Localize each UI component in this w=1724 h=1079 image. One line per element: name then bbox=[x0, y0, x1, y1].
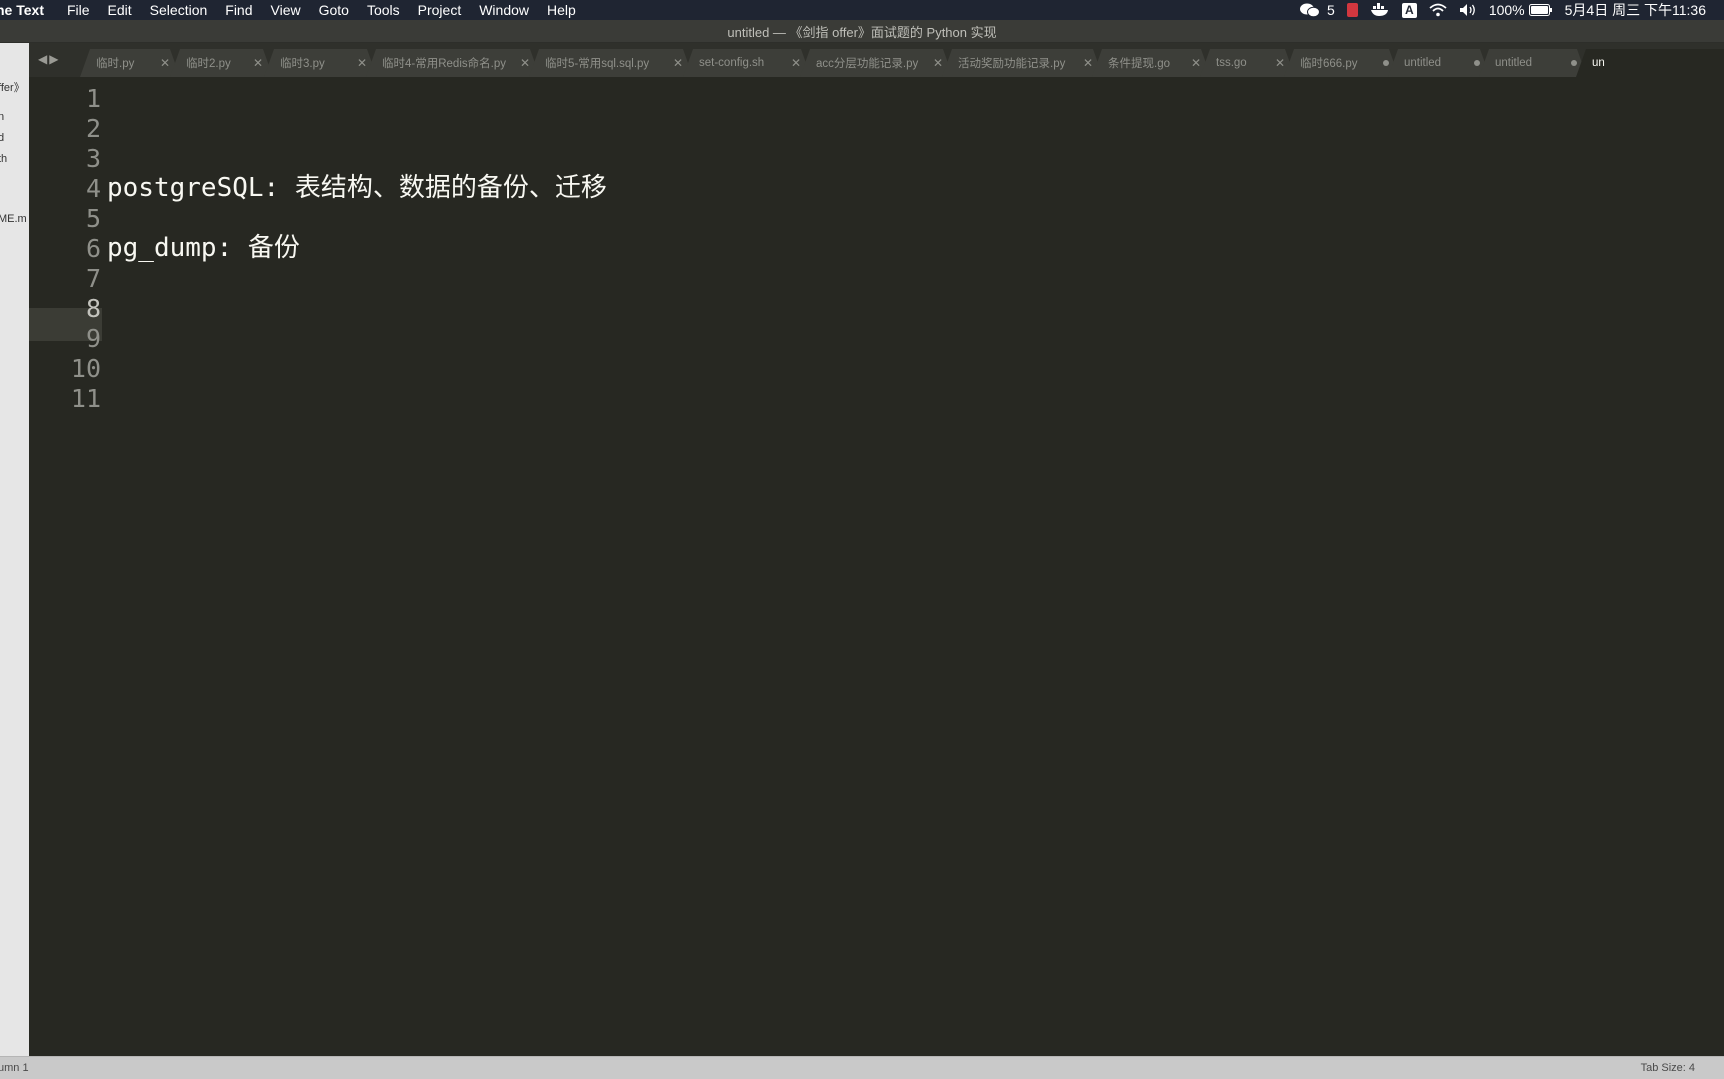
wechat-tray[interactable]: 5 bbox=[1299, 2, 1335, 18]
menu-find[interactable]: Find bbox=[216, 2, 261, 18]
tab-next-icon[interactable]: ▶ bbox=[49, 52, 60, 66]
sidebar-item[interactable]: d bbox=[0, 132, 4, 144]
menu-list: ne Text File Edit Selection Find View Go… bbox=[0, 0, 585, 20]
sidebar-item[interactable]: ME.m bbox=[0, 213, 27, 225]
tab-label: 活动奖励功能记录.py bbox=[958, 58, 1066, 70]
battery-status[interactable]: 100% bbox=[1489, 2, 1553, 18]
window-title: untitled — 《剑指 offer》面试题的 Python 实现 bbox=[727, 24, 997, 40]
tab-file[interactable]: 临时4-常用Redis命名.py ✕ bbox=[366, 49, 540, 77]
code-line[interactable]: pg_dump: 备份 bbox=[107, 232, 300, 265]
tab-label: set-config.sh bbox=[699, 57, 765, 69]
code-line[interactable]: postgreSQL: 表结构、数据的备份、迁移 bbox=[107, 172, 607, 205]
tab-label: 临时3.py bbox=[280, 58, 325, 70]
menu-help[interactable]: Help bbox=[538, 2, 585, 18]
close-icon[interactable]: ✕ bbox=[357, 56, 367, 70]
menu-project[interactable]: Project bbox=[409, 2, 471, 18]
menu-view[interactable]: View bbox=[262, 2, 310, 18]
tab-file[interactable]: untitled bbox=[1388, 49, 1490, 77]
sidebar-item[interactable]: ffer》 bbox=[0, 79, 25, 95]
tab-file[interactable]: acc分层功能记录.py ✕ bbox=[800, 49, 953, 77]
input-method-icon[interactable]: A bbox=[1401, 2, 1417, 18]
tab-file[interactable]: 临时666.py bbox=[1284, 49, 1399, 77]
tab-active[interactable]: un bbox=[1576, 49, 1724, 77]
tab-file[interactable]: 条件提现.go ✕ bbox=[1092, 49, 1211, 77]
close-icon[interactable]: ✕ bbox=[1191, 56, 1201, 70]
tab-prev-icon[interactable]: ◀ bbox=[38, 52, 49, 66]
menu-file[interactable]: File bbox=[58, 2, 99, 18]
menu-tools[interactable]: Tools bbox=[358, 2, 409, 18]
wechat-count: 5 bbox=[1327, 2, 1335, 18]
close-icon[interactable]: ✕ bbox=[160, 56, 170, 70]
tab-size-indicator[interactable]: Tab Size: 4 bbox=[1641, 1062, 1695, 1074]
close-icon[interactable]: ✕ bbox=[791, 56, 801, 70]
menu-bar: ne Text File Edit Selection Find View Go… bbox=[0, 0, 1724, 20]
status-tray: 5 A 100% 5月4日 周三 下午11:36 bbox=[1287, 0, 1724, 20]
menu-edit[interactable]: Edit bbox=[99, 2, 141, 18]
tab-file[interactable]: 临时2.py ✕ bbox=[170, 49, 273, 77]
tab-label: un bbox=[1592, 57, 1605, 69]
tab-file[interactable]: untitled bbox=[1479, 49, 1587, 77]
line-number: 6 bbox=[85, 234, 101, 263]
unsaved-dot-icon[interactable] bbox=[1383, 60, 1389, 66]
tab-label: 临时.py bbox=[96, 58, 135, 70]
sidebar: ffer》 n d th ME.m bbox=[0, 43, 30, 1056]
tab-label: 临时4-常用Redis命名.py bbox=[382, 58, 506, 70]
line-number: 2 bbox=[85, 114, 101, 143]
close-icon[interactable]: ✕ bbox=[933, 56, 943, 70]
menu-goto[interactable]: Goto bbox=[310, 2, 358, 18]
line-number-current: 8 bbox=[85, 294, 101, 323]
tab-file[interactable]: 临时3.py ✕ bbox=[264, 49, 377, 77]
tab-label: 临时666.py bbox=[1300, 58, 1358, 70]
tab-label: 临时5-常用sql.sql.py bbox=[545, 58, 650, 70]
tab-file[interactable]: tss.go ✕ bbox=[1200, 49, 1295, 77]
volume-icon[interactable] bbox=[1459, 3, 1477, 17]
tab-file[interactable]: set-config.sh ✕ bbox=[683, 49, 811, 77]
unsaved-dot-icon[interactable] bbox=[1571, 60, 1577, 66]
close-icon[interactable]: ✕ bbox=[253, 56, 263, 70]
status-bar: umn 1 Tab Size: 4 bbox=[0, 1056, 1724, 1079]
sidebar-item[interactable]: n bbox=[0, 111, 4, 123]
menu-window[interactable]: Window bbox=[470, 2, 538, 18]
wechat-icon bbox=[1300, 3, 1321, 18]
unsaved-dot-icon[interactable] bbox=[1474, 60, 1480, 66]
tab-file[interactable]: 临时5-常用sql.sql.py ✕ bbox=[529, 49, 693, 77]
app-menu[interactable]: ne Text bbox=[0, 2, 58, 18]
tab-label: 条件提现.go bbox=[1108, 58, 1170, 70]
battery-icon bbox=[1528, 4, 1552, 16]
tab-bar: ◀▶ 临时.py ✕ 临时2.py ✕ 临时3.py ✕ 临时4-常用Redis… bbox=[29, 43, 1724, 77]
record-tray-icon[interactable] bbox=[1346, 3, 1358, 17]
tab-label: untitled bbox=[1404, 57, 1442, 69]
line-number: 3 bbox=[85, 144, 101, 173]
battery-percent: 100% bbox=[1488, 2, 1525, 18]
tab-file[interactable]: 临时.py ✕ bbox=[80, 49, 180, 77]
close-icon[interactable]: ✕ bbox=[1275, 56, 1285, 70]
close-icon[interactable]: ✕ bbox=[1083, 56, 1093, 70]
code-editor[interactable]: 1 2 3 4 5 6 7 8 9 10 11 postgreSQL: 表结构、… bbox=[29, 77, 1724, 1056]
line-number: 11 bbox=[70, 384, 101, 413]
line-number: 4 bbox=[85, 174, 101, 203]
line-number: 1 bbox=[85, 84, 101, 113]
window-title-bar: untitled — 《剑指 offer》面试题的 Python 实现 bbox=[0, 20, 1724, 43]
line-number: 7 bbox=[85, 264, 101, 293]
tab-label: 临时2.py bbox=[186, 58, 231, 70]
cursor-position[interactable]: umn 1 bbox=[0, 1062, 29, 1074]
close-icon[interactable]: ✕ bbox=[673, 56, 683, 70]
tab-file[interactable]: 活动奖励功能记录.py ✕ bbox=[942, 49, 1103, 77]
wifi-icon[interactable] bbox=[1429, 3, 1447, 17]
line-number: 9 bbox=[85, 324, 101, 353]
docker-icon[interactable] bbox=[1370, 3, 1390, 17]
tab-label: acc分层功能记录.py bbox=[816, 58, 919, 70]
sidebar-item[interactable]: th bbox=[0, 153, 7, 165]
menu-selection[interactable]: Selection bbox=[141, 2, 217, 18]
clock[interactable]: 5月4日 周三 下午11:36 bbox=[1565, 0, 1706, 20]
line-number: 5 bbox=[85, 204, 101, 233]
tab-label: untitled bbox=[1495, 57, 1533, 69]
tab-navigation[interactable]: ◀▶ bbox=[38, 52, 60, 66]
line-number: 10 bbox=[70, 354, 101, 383]
close-icon[interactable]: ✕ bbox=[520, 56, 530, 70]
tab-label: tss.go bbox=[1216, 57, 1247, 69]
